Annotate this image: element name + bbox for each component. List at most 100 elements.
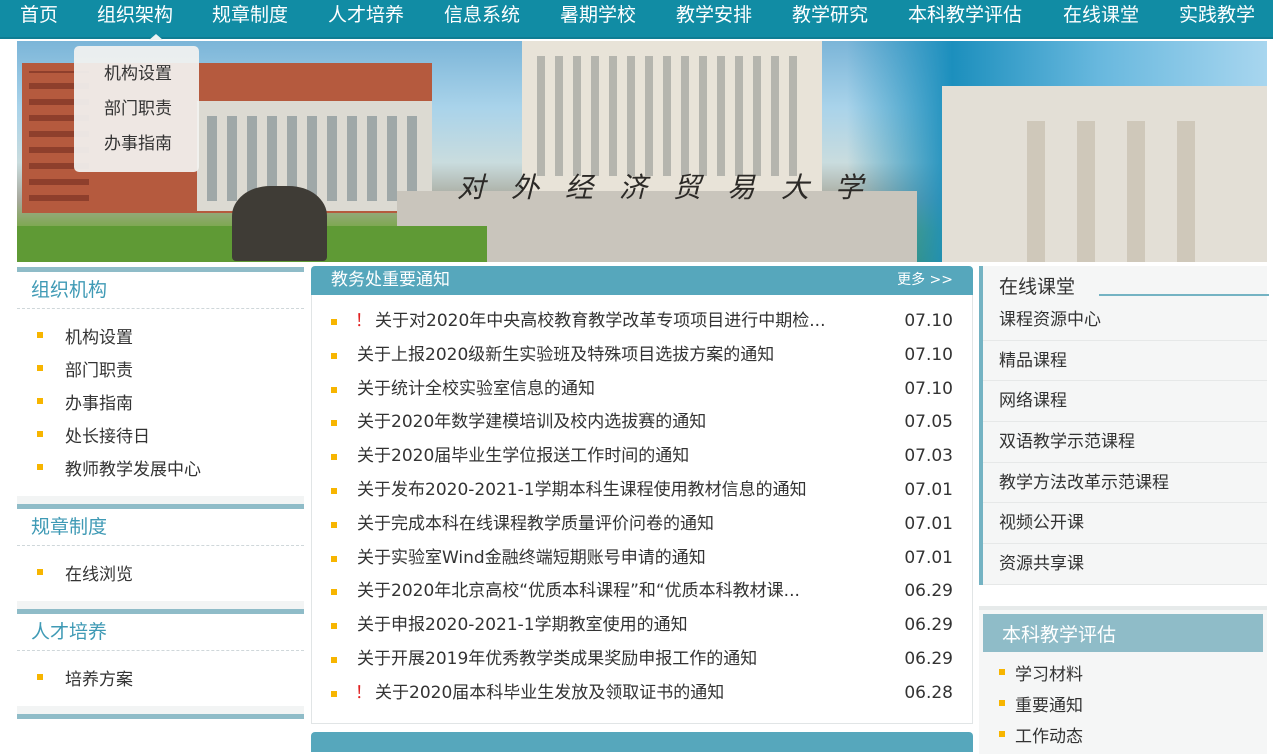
online-link[interactable]: 课程资源中心 bbox=[983, 300, 1267, 341]
notice-item[interactable]: 关于开展2019年优秀教学类成果奖励申报工作的通知 06.29 bbox=[312, 643, 972, 677]
org-link-label: 处长接待日 bbox=[65, 427, 150, 447]
notice-item[interactable]: 关于上报2020级新生实验班及特殊项目选拔方案的通知 07.10 bbox=[312, 339, 972, 373]
nav-summer-school[interactable]: 暑期学校 bbox=[560, 0, 636, 37]
bullet bbox=[999, 700, 1005, 706]
notice-item[interactable]: 关于申报2020-2021-1学期教室使用的通知 06.29 bbox=[312, 609, 972, 643]
notice-item[interactable]: 关于发布2020-2021-1学期本科生课程使用教材信息的通知 07.01 bbox=[312, 474, 972, 508]
online-link[interactable]: 网络课程 bbox=[983, 381, 1267, 423]
org-link[interactable]: 部门职责 bbox=[37, 356, 304, 389]
org-link[interactable]: 教师教学发展中心 bbox=[37, 455, 304, 488]
evaluation-link[interactable]: 重要通知 bbox=[999, 691, 1083, 722]
notice-title: 关于2020年数学建模培训及校内选拔赛的通知 bbox=[357, 412, 707, 433]
dropdown-item-service-guide[interactable]: 办事指南 bbox=[74, 131, 199, 166]
banner-column bbox=[1077, 121, 1095, 262]
left-sidebar: 组织机构 机构设置 部门职责 办事指南 处长接待日 教师教学发展中心 规章制度 … bbox=[17, 267, 304, 734]
notice-date: 07.01 bbox=[904, 513, 953, 534]
rules-box: 规章制度 在线浏览 bbox=[17, 504, 304, 601]
org-box-title[interactable]: 组织机构 bbox=[17, 272, 304, 309]
top-nav: 首页 组织架构 规章制度 人才培养 信息系统 暑期学校 教学安排 教学研究 本科… bbox=[0, 0, 1273, 40]
notice-item[interactable]: 关于2020届毕业生学位报送工作时间的通知 07.03 bbox=[312, 440, 972, 474]
talent-box-title[interactable]: 人才培养 bbox=[17, 614, 304, 651]
dropdown-item-institution-setup[interactable]: 机构设置 bbox=[74, 61, 199, 96]
bullet bbox=[331, 319, 337, 325]
rules-box-title[interactable]: 规章制度 bbox=[17, 509, 304, 546]
notice-title: 关于2020届本科毕业生发放及领取证书的通知 bbox=[375, 682, 725, 703]
notice-item[interactable]: 关于统计全校实验室信息的通知 07.10 bbox=[312, 373, 972, 407]
banner-right-building bbox=[942, 86, 1267, 262]
org-link-label: 部门职责 bbox=[65, 361, 133, 381]
dropdown-item-department-duties[interactable]: 部门职责 bbox=[74, 96, 199, 131]
notice-item[interactable]: 关于2020年数学建模培训及校内选拔赛的通知 07.05 bbox=[312, 406, 972, 440]
notice-item[interactable]: ！ 关于对2020年中央高校教育教学改革专项项目进行中期检... 07.10 bbox=[312, 305, 972, 339]
bullet bbox=[331, 487, 337, 494]
bullet bbox=[331, 352, 337, 359]
notice-item[interactable]: 关于2020年北京高校“优质本科课程”和“优质本科教材课... 06.29 bbox=[312, 575, 972, 609]
bullet bbox=[331, 589, 337, 596]
evaluation-link[interactable]: 工作动态 bbox=[999, 722, 1083, 753]
notice-item[interactable]: 关于完成本科在线课程教学质量评价问卷的通知 07.01 bbox=[312, 508, 972, 542]
nav-home[interactable]: 首页 bbox=[20, 0, 58, 37]
banner-white-windows bbox=[207, 116, 422, 201]
online-link[interactable]: 教学方法改革示范课程 bbox=[983, 463, 1267, 504]
banner-calligraphy: 对外经济贸易大学 bbox=[457, 171, 890, 204]
notice-item[interactable]: 关于实验室Wind金融终端短期账号申请的通知 07.01 bbox=[312, 542, 972, 576]
notice-date: 07.05 bbox=[904, 412, 953, 433]
right-sidebar: 在线课堂 课程资源中心 精品课程 网络课程 双语教学示范课程 教学方法改革示范课… bbox=[979, 266, 1269, 754]
bullet bbox=[37, 674, 43, 680]
notice-date: 07.01 bbox=[904, 479, 953, 500]
talent-box: 人才培养 培养方案 bbox=[17, 609, 304, 706]
notice-title: 关于2020届毕业生学位报送工作时间的通知 bbox=[357, 446, 690, 467]
notice-title: 关于开展2019年优秀教学类成果奖励申报工作的通知 bbox=[357, 648, 758, 669]
important-mark: ！ bbox=[355, 682, 372, 703]
campus-banner: 对外经济贸易大学 bbox=[17, 41, 1267, 262]
online-classroom-header: 在线课堂 bbox=[983, 266, 1269, 300]
notice-date: 07.01 bbox=[904, 547, 953, 568]
news-panel-header bbox=[311, 732, 973, 752]
banner-column bbox=[1177, 121, 1195, 262]
notice-item[interactable]: ！ 关于2020届本科毕业生发放及领取证书的通知 06.28 bbox=[312, 677, 972, 711]
online-classroom-title[interactable]: 在线课堂 bbox=[999, 272, 1075, 299]
banner-main-windows bbox=[537, 56, 807, 176]
nav-teaching-research[interactable]: 教学研究 bbox=[792, 0, 868, 37]
evaluation-link[interactable]: 学习材料 bbox=[999, 660, 1083, 691]
online-classroom-box: 在线课堂 课程资源中心 精品课程 网络课程 双语教学示范课程 教学方法改革示范课… bbox=[979, 266, 1269, 585]
rules-link[interactable]: 在线浏览 bbox=[37, 560, 304, 593]
notice-title: 关于2020年北京高校“优质本科课程”和“优质本科教材课... bbox=[357, 581, 800, 602]
online-link[interactable]: 视频公开课 bbox=[983, 503, 1267, 545]
talent-link[interactable]: 培养方案 bbox=[37, 665, 304, 698]
online-link[interactable]: 资源共享课 bbox=[983, 544, 1267, 585]
evaluation-link-label: 重要通知 bbox=[1015, 696, 1083, 716]
bullet bbox=[331, 420, 337, 427]
nav-online-classroom[interactable]: 在线课堂 bbox=[1063, 0, 1139, 37]
organization-dropdown-menu: 机构设置 部门职责 办事指南 bbox=[74, 46, 199, 172]
nav-info-systems[interactable]: 信息系统 bbox=[444, 0, 520, 37]
bullet bbox=[331, 521, 337, 528]
nav-practice-teaching[interactable]: 实践教学 bbox=[1179, 0, 1255, 37]
bullet bbox=[37, 569, 43, 575]
divider bbox=[17, 496, 304, 504]
org-link[interactable]: 处长接待日 bbox=[37, 422, 304, 455]
notice-date: 06.29 bbox=[904, 581, 953, 602]
notice-title: 关于对2020年中央高校教育教学改革专项项目进行中期检... bbox=[375, 311, 826, 331]
notice-date: 07.10 bbox=[904, 344, 953, 365]
banner-column bbox=[1027, 121, 1045, 262]
notices-more-link[interactable]: 更多 >> bbox=[897, 266, 953, 294]
nav-organization[interactable]: 组织架构 bbox=[97, 0, 173, 37]
org-link[interactable]: 办事指南 bbox=[37, 389, 304, 422]
evaluation-title[interactable]: 本科教学评估 bbox=[1002, 620, 1116, 647]
nav-teaching-schedule[interactable]: 教学安排 bbox=[676, 0, 752, 37]
bullet bbox=[37, 464, 43, 470]
online-link[interactable]: 精品课程 bbox=[983, 341, 1267, 382]
notice-date: 07.10 bbox=[904, 311, 953, 331]
online-link[interactable]: 双语教学示范课程 bbox=[983, 422, 1267, 463]
banner-column bbox=[1127, 121, 1145, 262]
bullet bbox=[331, 690, 337, 697]
org-link[interactable]: 机构设置 bbox=[37, 323, 304, 356]
nav-undergrad-evaluation[interactable]: 本科教学评估 bbox=[908, 0, 1022, 37]
nav-regulations[interactable]: 规章制度 bbox=[212, 0, 288, 37]
bullet bbox=[37, 332, 43, 338]
notice-date: 06.28 bbox=[904, 682, 953, 703]
nav-talent-training[interactable]: 人才培养 bbox=[328, 0, 404, 37]
evaluation-link-label: 工作动态 bbox=[1015, 727, 1083, 747]
bullet bbox=[331, 454, 337, 461]
